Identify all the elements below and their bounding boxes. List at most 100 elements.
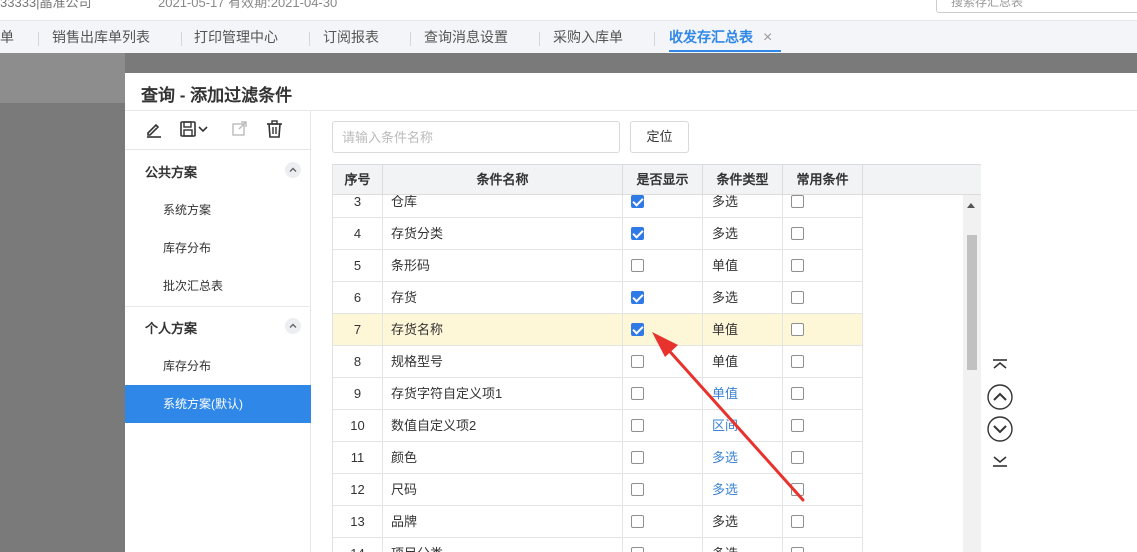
common-checkbox[interactable]	[791, 259, 804, 272]
dialog-title: 查询 - 添加过滤条件	[141, 86, 293, 105]
show-cell	[623, 410, 703, 441]
table-row[interactable]: 10 数值自定义项2 区间	[333, 410, 863, 442]
show-checkbox[interactable]	[631, 419, 644, 432]
grid-scrollbar[interactable]	[963, 195, 981, 552]
common-cell	[783, 314, 863, 345]
group-label: 公共方案	[145, 165, 198, 180]
export-icon[interactable]	[231, 120, 248, 140]
tab-item[interactable]: 打印管理中心	[194, 21, 278, 54]
scheme-item[interactable]: 系统方案	[125, 191, 311, 229]
condition-search-input[interactable]	[332, 121, 620, 153]
move-up-icon[interactable]	[985, 382, 1015, 412]
edit-icon[interactable]	[145, 120, 163, 140]
table-row[interactable]: 6 存货 多选	[333, 282, 863, 314]
row-number: 8	[333, 346, 383, 377]
condition-type[interactable]: 多选	[703, 474, 783, 505]
tab-item[interactable]: 销售出库单列表	[52, 21, 150, 54]
tab-close-icon[interactable]: ×	[763, 21, 772, 54]
show-checkbox[interactable]	[631, 259, 644, 272]
scheme-item[interactable]: 库存分布	[125, 347, 311, 385]
tab-separator	[181, 32, 182, 46]
column-header-show[interactable]: 是否显示	[623, 165, 703, 195]
condition-name: 尺码	[383, 474, 623, 505]
condition-name: 存货	[383, 282, 623, 313]
show-checkbox[interactable]	[631, 227, 644, 240]
common-checkbox[interactable]	[791, 291, 804, 304]
global-search-input[interactable]: 搜索存汇总表	[936, 0, 1137, 13]
table-row[interactable]: 11 颜色 多选	[333, 442, 863, 474]
tab-item[interactable]: 订阅报表	[323, 21, 379, 54]
scheme-group-public[interactable]: 公共方案	[125, 151, 311, 189]
common-checkbox[interactable]	[791, 195, 804, 208]
condition-type[interactable]: 多选	[703, 442, 783, 473]
common-checkbox[interactable]	[791, 547, 804, 552]
condition-type[interactable]: 区间	[703, 410, 783, 441]
common-checkbox[interactable]	[791, 515, 804, 528]
common-cell	[783, 195, 863, 217]
show-checkbox[interactable]	[631, 515, 644, 528]
scheme-item-selected[interactable]: 系统方案(默认)	[125, 385, 311, 423]
tab-item[interactable]: 查询消息设置	[424, 21, 508, 54]
common-checkbox[interactable]	[791, 451, 804, 464]
table-row[interactable]: 8 规格型号 单值	[333, 346, 863, 378]
delete-icon[interactable]	[266, 120, 283, 140]
table-row[interactable]: 9 存货字符自定义项1 单值	[333, 378, 863, 410]
column-header-type[interactable]: 条件类型	[703, 165, 783, 195]
row-number: 6	[333, 282, 383, 313]
scheme-group-personal[interactable]: 个人方案	[125, 307, 311, 345]
scrollbar-thumb[interactable]	[967, 235, 977, 370]
column-header-common[interactable]: 常用条件	[783, 165, 863, 195]
tab-item[interactable]: 采购入库单	[553, 21, 623, 54]
row-number: 13	[333, 506, 383, 537]
scheme-item[interactable]: 库存分布	[125, 229, 311, 267]
chevron-up-icon[interactable]	[285, 318, 301, 334]
show-checkbox[interactable]	[631, 195, 644, 208]
show-checkbox[interactable]	[631, 483, 644, 496]
condition-name: 品牌	[383, 506, 623, 537]
common-checkbox[interactable]	[791, 387, 804, 400]
condition-type: 多选	[703, 506, 783, 537]
common-checkbox[interactable]	[791, 355, 804, 368]
table-row[interactable]: 13 品牌 多选	[333, 506, 863, 538]
tab-item-active[interactable]: 收发存汇总表	[669, 21, 781, 54]
chevron-up-icon[interactable]	[285, 162, 301, 178]
scroll-up-icon[interactable]	[967, 203, 975, 208]
move-bottom-icon[interactable]	[985, 449, 1015, 479]
show-checkbox[interactable]	[631, 451, 644, 464]
table-row[interactable]: 14项目分类 多选	[333, 538, 863, 552]
top-header: 33333|晶准公司 2021-05-17 有效期:2021-04-30 搜索存…	[0, 0, 1137, 20]
show-checkbox[interactable]	[631, 291, 644, 304]
common-checkbox[interactable]	[791, 483, 804, 496]
show-checkbox[interactable]	[631, 355, 644, 368]
login-date: 2021-05-17 有效期:2021-04-30	[158, 0, 338, 10]
move-top-icon[interactable]	[985, 352, 1015, 382]
scheme-item[interactable]: 批次汇总表	[125, 267, 311, 305]
tab-item[interactable]: 单	[0, 21, 14, 54]
show-checkbox[interactable]	[631, 387, 644, 400]
condition-type[interactable]: 单值	[703, 378, 783, 409]
show-checkbox[interactable]	[631, 547, 644, 552]
show-checkbox[interactable]	[631, 323, 644, 336]
common-checkbox[interactable]	[791, 419, 804, 432]
common-checkbox[interactable]	[791, 227, 804, 240]
condition-name: 仓库	[383, 195, 623, 217]
filter-dialog: 查询 - 添加过滤条件 公共方案 系统方案 库存分布 批次汇总表 个人方案 库存…	[125, 73, 1137, 552]
grid-header: 序号 条件名称 是否显示 条件类型 常用条件	[333, 164, 981, 195]
save-icon[interactable]	[179, 120, 197, 140]
row-number: 7	[333, 314, 383, 345]
table-row[interactable]: 12 尺码 多选	[333, 474, 863, 506]
locate-button[interactable]: 定位	[630, 121, 689, 153]
table-row[interactable]: 4 存货分类 多选	[333, 218, 863, 250]
save-dropdown-icon[interactable]	[198, 120, 208, 140]
table-row[interactable]: 7 存货名称 单值	[333, 314, 863, 346]
table-row[interactable]: 3 仓库 多选	[333, 195, 863, 218]
condition-name: 颜色	[383, 442, 623, 473]
column-header-name[interactable]: 条件名称	[383, 165, 623, 195]
row-number: 4	[333, 218, 383, 249]
condition-grid: 序号 条件名称 是否显示 条件类型 常用条件 3 仓库 多选 4 存货分类 多选 5 条形码单…	[332, 164, 981, 552]
table-row[interactable]: 5 条形码 单值	[333, 250, 863, 282]
column-header-no[interactable]: 序号	[333, 165, 383, 195]
common-checkbox[interactable]	[791, 323, 804, 336]
condition-name: 存货字符自定义项1	[383, 378, 623, 409]
move-down-icon[interactable]	[985, 414, 1015, 444]
